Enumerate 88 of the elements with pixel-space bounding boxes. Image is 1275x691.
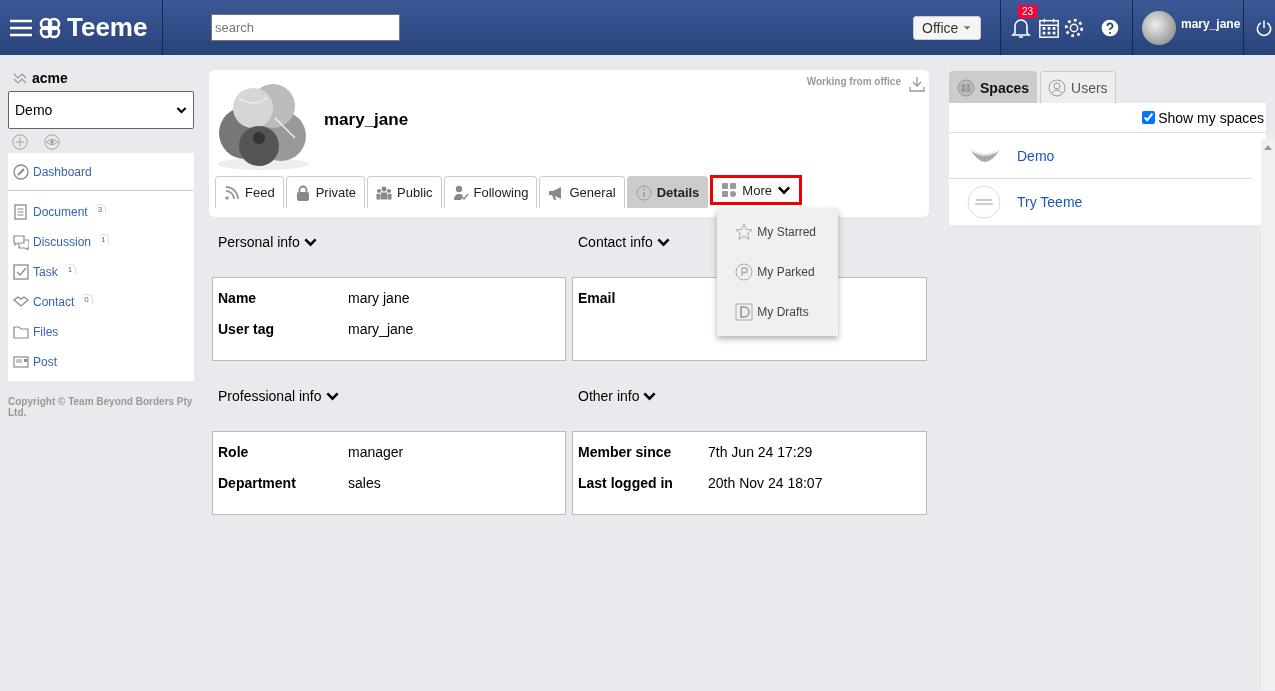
location-dropdown[interactable]: Office [913,15,982,40]
placeholder-image-icon [967,185,1001,219]
nav-link[interactable]: Discussion [33,235,92,249]
profile-tab[interactable]: Public [367,176,442,208]
item-count: 1 [98,234,110,244]
select-value: Demo [15,102,53,118]
org-name: acme [32,70,68,86]
item-count: 1 [64,264,77,274]
user-avatar[interactable] [1142,10,1176,45]
nav-link[interactable]: Dashboard [33,164,92,179]
profile-name: mary_jane [324,110,410,130]
user-check-icon [452,184,469,201]
chevron-icon [324,390,340,402]
post-icon [13,354,29,370]
settings-icon[interactable] [1063,16,1085,39]
grid-icon [721,182,738,198]
checkbox[interactable] [1142,111,1156,124]
item-count: 3 [94,204,107,214]
chevron-icon [655,236,671,248]
menu-item[interactable]: My Starred [717,212,839,252]
calendar-icon[interactable] [1038,16,1060,39]
document-icon [13,204,29,220]
copyright-text: Copyright © Team Beyond Borders Pty Ltd. [8,395,194,418]
menu-item[interactable]: My Parked [717,252,839,292]
spaces-icon [957,78,975,97]
field-value: mary jane [348,290,410,308]
nav-link[interactable]: Contact [33,295,75,309]
panel-tab[interactable]: Spaces [949,71,1038,103]
item-count: 0 [81,294,93,304]
parked-icon [735,263,754,281]
space-select[interactable]: Demo [8,91,194,129]
gauge-icon [13,163,29,180]
space-link[interactable]: Demo [1017,147,1055,164]
nav-link[interactable]: Files [33,325,59,339]
nav-link[interactable]: Post [33,355,57,369]
star-icon [735,223,754,241]
rss-icon [224,184,240,201]
logo-icon [38,15,62,40]
checkbox-icon [13,264,29,280]
space-link[interactable]: Try Teeme [1017,194,1083,210]
nav-link[interactable]: Task [33,265,58,279]
app-logo[interactable]: Teeme [38,12,148,43]
section-toggle[interactable]: Contact info [572,225,671,259]
chevron-icon [176,105,187,115]
field-label: Email [578,290,617,308]
panel-tab[interactable]: Users [1040,71,1116,103]
drafts-icon [735,303,754,321]
field-value: 20th Nov 24 18:07 [708,475,823,493]
user-icon [1048,78,1067,97]
logo-text: Teeme [67,12,148,43]
user-name[interactable]: mary_jane [1181,16,1241,31]
field-label: Last logged in [578,475,674,493]
help-icon[interactable] [1100,17,1120,38]
org-icon [12,71,28,85]
field-label: Name [218,290,258,308]
profile-tab[interactable]: Private [285,176,366,208]
section-toggle[interactable]: Professional info [212,379,340,413]
notification-count: 23 [1018,4,1038,18]
status-text: Working from office [806,76,901,89]
chat-icon [13,234,29,250]
field-label: User tag [218,321,276,339]
section-toggle[interactable]: Other info [572,379,658,413]
field-label: Department [218,475,297,493]
search-field[interactable]: search [211,14,400,41]
field-value: 7th Jun 24 17:29 [708,444,813,462]
scrollbar[interactable] [1261,139,1275,690]
profile-tab[interactable]: General [539,176,625,208]
profile-tab[interactable]: More [710,175,802,205]
profile-tab[interactable]: Details [626,176,709,208]
chevron-icon [776,184,791,196]
field-label: Member since [578,444,673,462]
people-icon [376,184,393,201]
menu-item[interactable]: My Drafts [717,292,839,332]
field-value: sales [348,475,381,493]
chevron-icon [302,236,318,248]
profile-tab[interactable]: Feed [215,176,284,208]
section-toggle[interactable]: Personal info [212,225,318,259]
nav-link[interactable]: Document [33,205,88,219]
field-label: Role [218,444,250,462]
download-icon[interactable] [909,76,925,92]
chevron-icon [642,390,658,402]
profile-tab[interactable]: Following [443,176,538,208]
field-value: manager [348,444,404,462]
folder-icon [13,324,29,340]
show-my-spaces-toggle[interactable]: Show my spaces [949,103,1266,133]
field-value: mary_jane [348,321,414,339]
lock-icon [294,184,311,201]
info-icon [635,184,652,201]
